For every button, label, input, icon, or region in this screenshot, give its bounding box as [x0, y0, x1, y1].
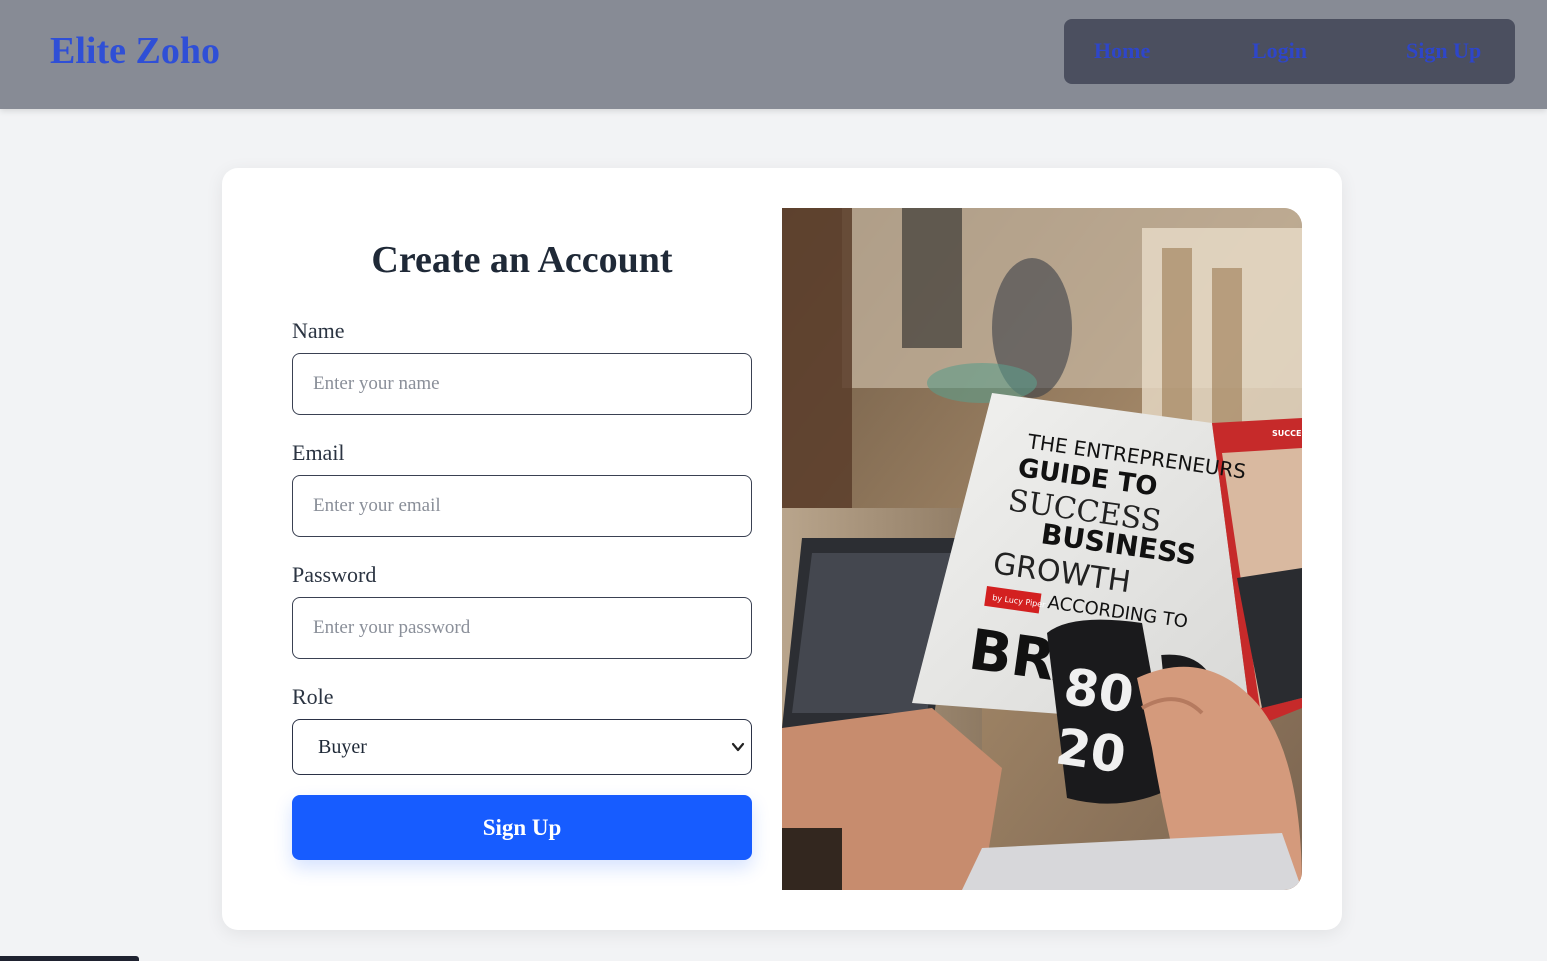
name-input[interactable] [292, 353, 752, 415]
bottom-left-bar [0, 956, 139, 961]
role-selected-value: Buyer [318, 736, 367, 758]
password-label: Password [292, 562, 377, 587]
top-navbar: Elite Zoho Home Login Sign Up [0, 0, 1547, 109]
magazine-photo-illustration: THE ENTREPRENEURS GUIDE TO SUCCESS BUSIN… [782, 208, 1302, 890]
nav-login-link[interactable]: Login [1252, 38, 1307, 64]
chevron-down-icon [731, 742, 745, 752]
hero-image: THE ENTREPRENEURS GUIDE TO SUCCESS BUSIN… [782, 208, 1302, 890]
email-label: Email [292, 440, 345, 465]
brand-logo[interactable]: Elite Zoho [50, 29, 220, 73]
signup-card: Create an Account Name Email Password Ro… [222, 168, 1342, 930]
form-title: Create an Account [371, 239, 673, 281]
magazine-corner: SUCCE [1272, 429, 1301, 438]
role-label: Role [292, 684, 334, 709]
password-input[interactable] [292, 597, 752, 659]
mug-text-bottom: 20 [1052, 717, 1129, 784]
nav-home-link[interactable]: Home [1094, 38, 1150, 64]
nav-menu: Home Login Sign Up [1064, 19, 1515, 84]
role-select[interactable]: Buyer [292, 719, 752, 775]
signup-submit-button[interactable]: Sign Up [292, 795, 752, 860]
email-input[interactable] [292, 475, 752, 537]
name-label: Name [292, 318, 345, 343]
mug-text-top: 80 [1060, 657, 1137, 724]
nav-signup-link[interactable]: Sign Up [1406, 38, 1481, 64]
